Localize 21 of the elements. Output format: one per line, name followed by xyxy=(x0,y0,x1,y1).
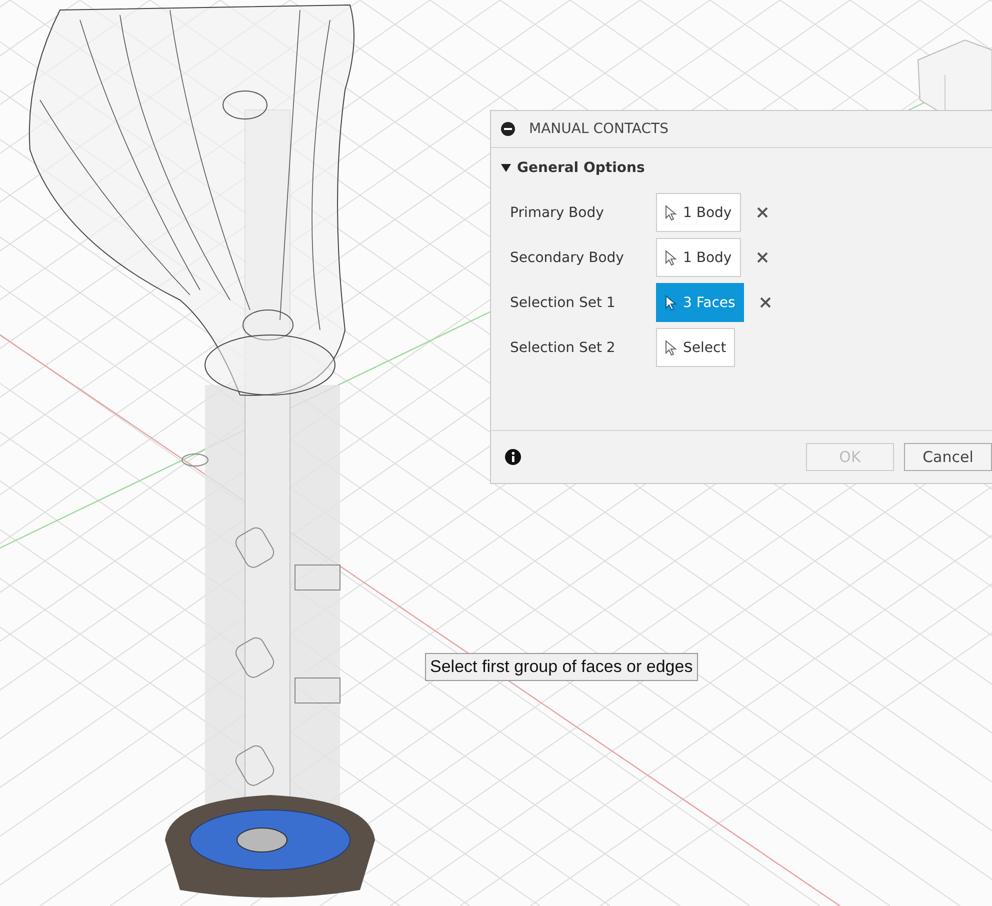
field-label: Secondary Body xyxy=(510,250,625,266)
selection-button[interactable]: Select xyxy=(656,328,736,367)
collapse-icon[interactable] xyxy=(501,122,515,136)
pointer-icon xyxy=(665,340,677,356)
pointer-icon xyxy=(665,204,677,220)
selection-button[interactable]: 1 Body xyxy=(656,238,741,277)
close-icon[interactable] xyxy=(760,297,772,308)
field-label: Selection Set 2 xyxy=(510,340,616,356)
close-icon[interactable] xyxy=(756,207,768,218)
field-label: Selection Set 1 xyxy=(510,294,616,310)
pointer-icon xyxy=(665,294,677,310)
dialog-button[interactable]: Cancel xyxy=(904,443,992,471)
section-title[interactable]: General Options xyxy=(517,160,645,176)
tooltip: Select first group of faces or edges xyxy=(425,653,698,681)
pointer-icon xyxy=(665,250,677,266)
dialog-title: MANUAL CONTACTS xyxy=(529,121,668,137)
close-icon[interactable] xyxy=(756,252,768,263)
info-icon[interactable] xyxy=(505,449,521,465)
field-label: Primary Body xyxy=(510,204,605,220)
triangle-icon[interactable] xyxy=(501,163,511,173)
selection-button[interactable]: 1 Body xyxy=(656,193,741,232)
